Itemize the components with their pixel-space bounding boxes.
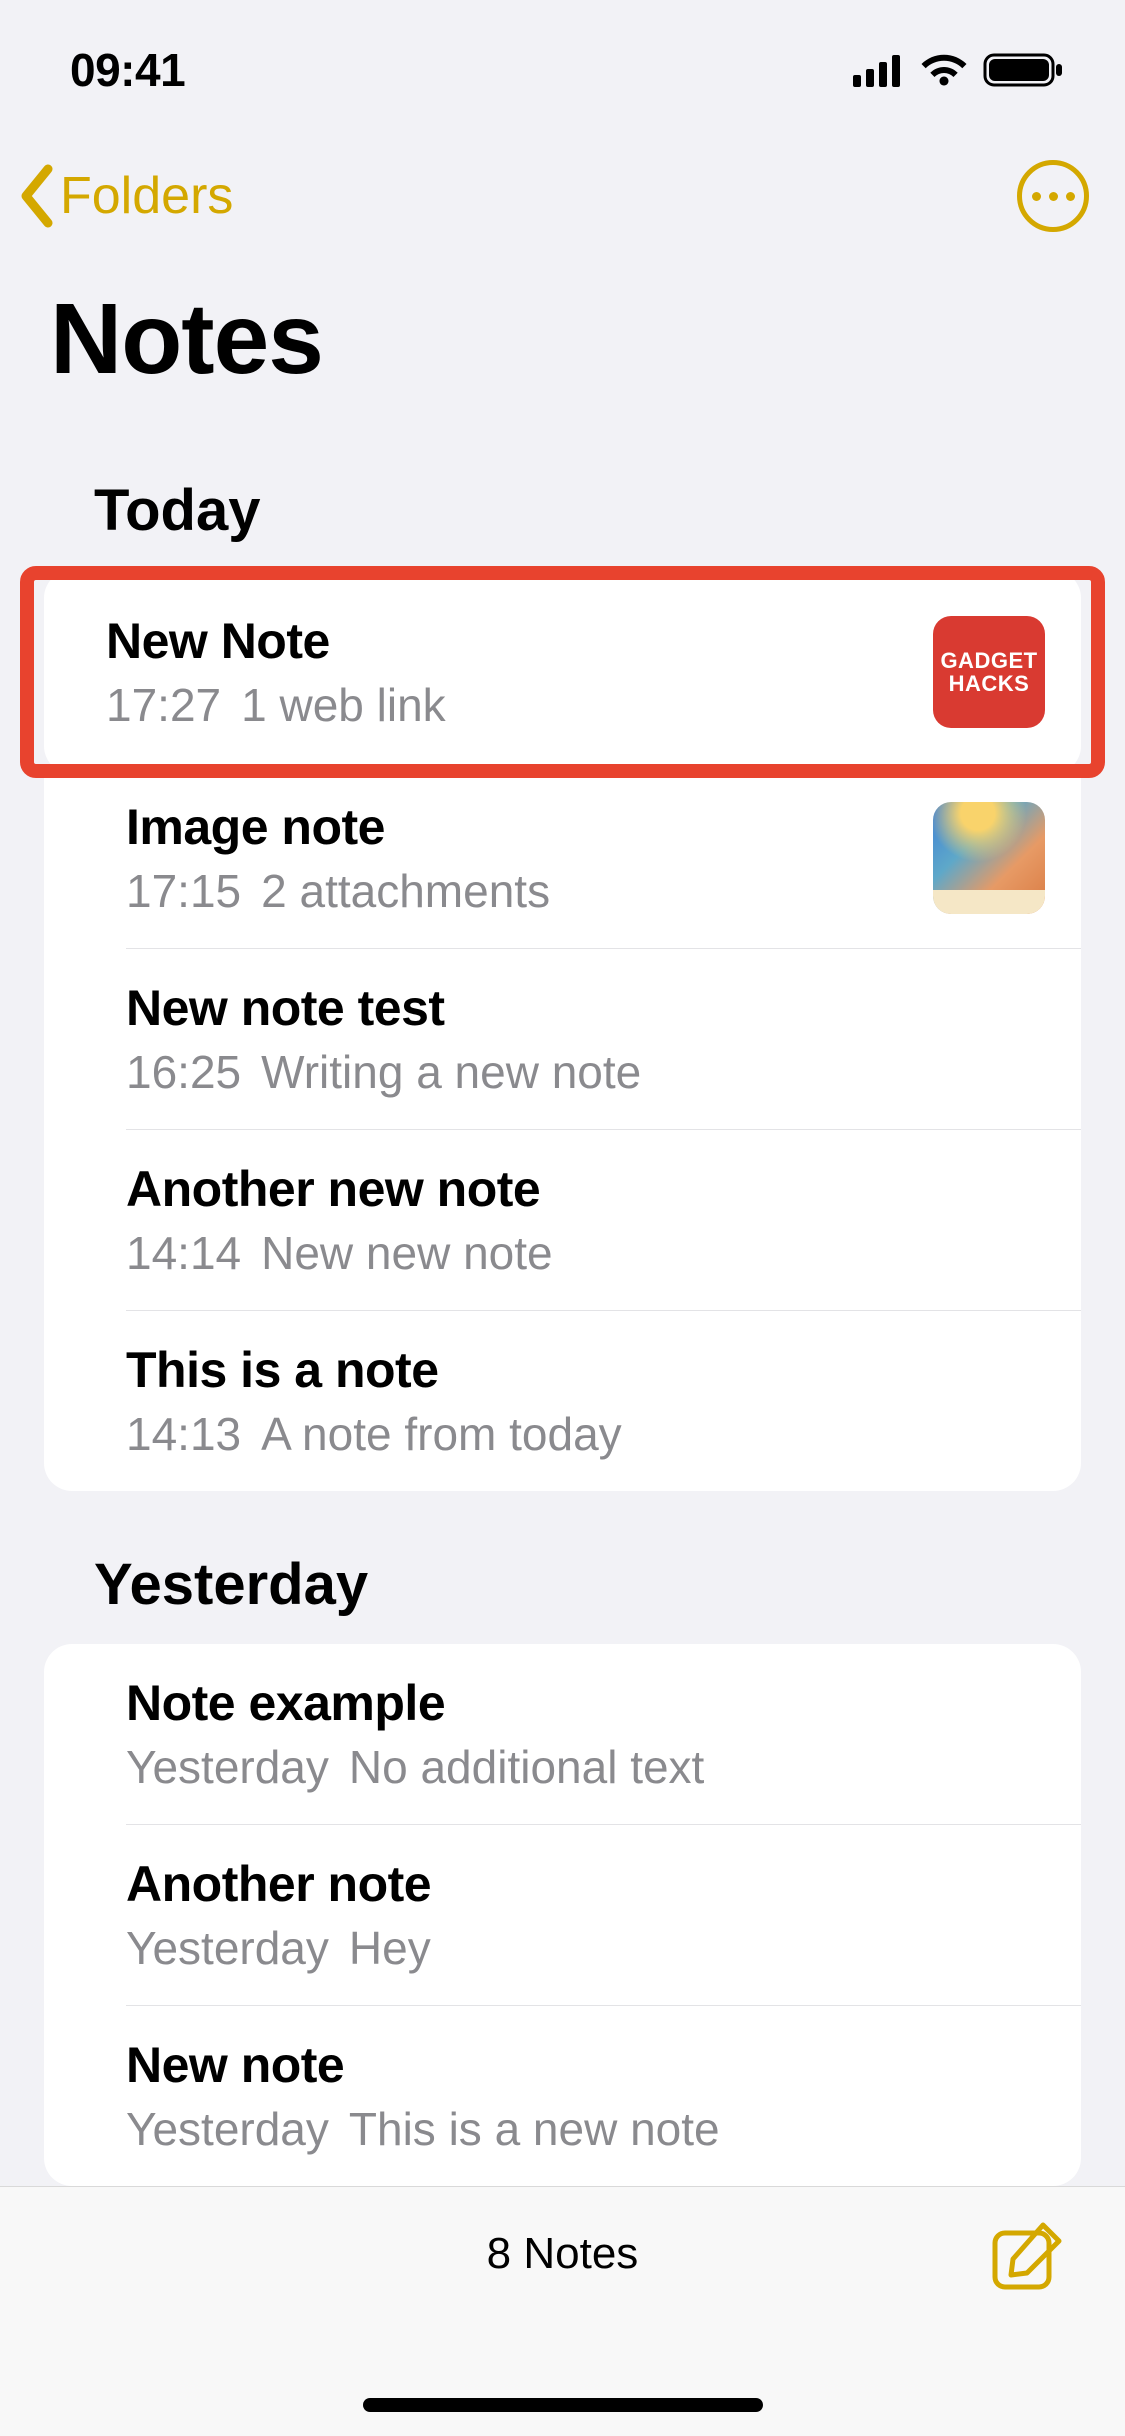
back-button[interactable]: Folders xyxy=(16,163,233,229)
back-label: Folders xyxy=(60,166,233,226)
section-heading-yesterday: Yesterday xyxy=(0,1491,1125,1644)
note-time: 17:15 xyxy=(126,864,241,918)
note-item[interactable]: Another note Yesterday Hey xyxy=(44,1825,1081,2005)
note-item[interactable]: New note Yesterday This is a new note xyxy=(44,2006,1081,2186)
notes-count: 8 Notes xyxy=(487,2229,639,2279)
chevron-left-icon xyxy=(16,163,56,229)
note-group-today: Image note 17:15 2 attachments New note … xyxy=(44,768,1081,1491)
note-title: Another note xyxy=(126,1855,1045,1913)
highlighted-note-wrap: New Note 17:27 1 web link GADGETHACKS xyxy=(24,570,1101,774)
note-snippet: A note from today xyxy=(261,1407,622,1461)
note-time: Yesterday xyxy=(126,1921,329,1975)
note-snippet: This is a new note xyxy=(349,2102,720,2156)
note-time: Yesterday xyxy=(126,1740,329,1794)
section-heading-today: Today xyxy=(0,417,1125,570)
page-title: Notes xyxy=(0,232,1125,417)
cellular-icon xyxy=(853,53,905,87)
note-snippet: Hey xyxy=(349,1921,431,1975)
status-time: 09:41 xyxy=(70,43,185,97)
more-button[interactable] xyxy=(1017,160,1089,232)
note-thumbnail: GADGETHACKS xyxy=(933,616,1045,728)
home-indicator[interactable] xyxy=(363,2398,763,2412)
note-time: 14:13 xyxy=(126,1407,241,1461)
note-item[interactable]: New note test 16:25 Writing a new note xyxy=(44,949,1081,1129)
note-title: Another new note xyxy=(126,1160,1045,1218)
note-title: This is a note xyxy=(126,1341,1045,1399)
compose-icon xyxy=(987,2219,1065,2297)
note-item[interactable]: Another new note 14:14 New new note xyxy=(44,1130,1081,1310)
status-bar: 09:41 xyxy=(0,0,1125,140)
note-snippet: Writing a new note xyxy=(261,1045,641,1099)
note-title: New Note xyxy=(106,612,909,670)
compose-button[interactable] xyxy=(987,2219,1065,2302)
wifi-icon xyxy=(919,52,969,88)
note-snippet: 1 web link xyxy=(241,678,446,732)
note-item[interactable]: New Note 17:27 1 web link GADGETHACKS xyxy=(44,570,1081,774)
note-title: Note example xyxy=(126,1674,1045,1732)
note-title: New note test xyxy=(126,979,1045,1037)
note-snippet: New new note xyxy=(261,1226,553,1280)
note-time: Yesterday xyxy=(126,2102,329,2156)
note-item[interactable]: Note example Yesterday No additional tex… xyxy=(44,1644,1081,1824)
bottom-toolbar: 8 Notes xyxy=(0,2186,1125,2436)
note-snippet: 2 attachments xyxy=(261,864,550,918)
nav-bar: Folders xyxy=(0,140,1125,232)
note-time: 17:27 xyxy=(106,678,221,732)
note-thumbnail xyxy=(933,802,1045,914)
note-title: New note xyxy=(126,2036,1045,2094)
note-title: Image note xyxy=(126,798,909,856)
battery-icon xyxy=(983,51,1065,89)
status-indicators xyxy=(853,51,1065,89)
note-time: 14:14 xyxy=(126,1226,241,1280)
note-item[interactable]: Image note 17:15 2 attachments xyxy=(44,768,1081,948)
note-time: 16:25 xyxy=(126,1045,241,1099)
note-group-yesterday: Note example Yesterday No additional tex… xyxy=(44,1644,1081,2186)
note-item[interactable]: This is a note 14:13 A note from today xyxy=(44,1311,1081,1491)
note-snippet: No additional text xyxy=(349,1740,704,1794)
